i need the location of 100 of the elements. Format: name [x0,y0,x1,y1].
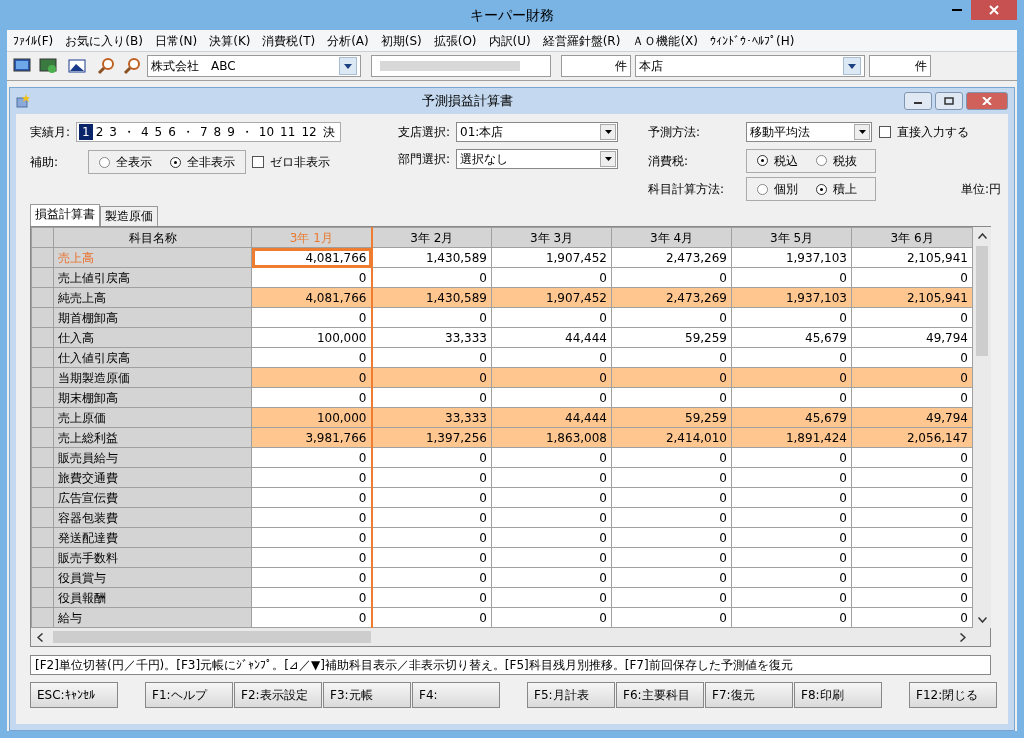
row-header[interactable] [31,267,54,288]
menu-item[interactable]: 内訳(U) [482,31,537,50]
checkbox[interactable] [252,156,264,168]
month-option[interactable]: 3 [106,124,120,140]
horizontal-scrollbar[interactable] [31,628,990,646]
column-header[interactable]: 3年 5月 [731,227,852,248]
radio-button[interactable] [757,155,768,167]
row-header[interactable] [31,367,54,388]
row-header[interactable] [31,607,54,628]
radio-button[interactable] [99,156,110,168]
column-header[interactable]: 3年 3月 [491,227,612,248]
menu-item[interactable]: 日常(N) [148,31,204,50]
tab[interactable]: 製造原価 [100,206,158,226]
scroll-thumb[interactable] [976,246,988,356]
menu-item[interactable]: 消費税(T) [256,31,322,50]
method-select[interactable]: 移動平均法 [746,122,872,142]
image-icon[interactable] [68,57,86,75]
column-header[interactable]: 3年 6月 [851,227,973,248]
restore-button[interactable] [935,92,963,110]
row-header[interactable] [31,547,54,568]
company-dropdown[interactable]: 株式会社 ABC [147,55,361,77]
row-header[interactable] [31,407,54,428]
field-label: 部門選択: [398,151,451,168]
function-key-button[interactable]: F5:月計表 [527,682,615,708]
function-key-button[interactable]: F12:閉じる [909,682,997,708]
row-header[interactable] [31,287,54,308]
department-select[interactable]: 選択なし [456,149,619,169]
month-option[interactable]: 1 [79,124,93,140]
function-key-button[interactable]: ESC:ｷｬﾝｾﾙ [30,682,118,708]
radio-label: 税込 [774,152,798,170]
column-header[interactable]: 3年 4月 [611,227,732,248]
function-key-button[interactable]: F8:印刷 [794,682,882,708]
menu-item[interactable]: ｳｨﾝﾄﾞｳ･ﾍﾙﾌﾟ(H) [704,31,801,50]
separator-dot: ・ [121,124,136,140]
zoom-in-icon[interactable] [97,57,115,75]
menu-item[interactable]: ﾌｧｲﾙ(F) [7,31,60,50]
checkbox[interactable] [879,126,891,138]
menu-item[interactable]: 拡張(O) [427,31,483,50]
menu-item[interactable]: 決算(K) [203,31,257,50]
radio-button[interactable] [757,183,768,195]
field-label: 補助: [30,154,60,171]
function-key-button[interactable]: F2:表示設定 [234,682,322,708]
column-header[interactable]: 3年 2月 [371,227,492,248]
menu-item[interactable]: お気に入り(B) [59,31,149,50]
branch-select[interactable]: 01:本店 [456,122,619,142]
month-option[interactable]: 8 [210,124,225,140]
menu-item[interactable]: 経営羅針盤(R) [536,31,627,50]
month-option[interactable]: 決 [319,124,338,140]
minimize-button[interactable] [904,92,932,110]
screen-icon[interactable] [13,57,31,75]
function-key-button[interactable]: F3:元帳 [323,682,411,708]
month-option[interactable]: 11 [277,124,299,140]
function-key-button[interactable]: F1:ヘルプ [145,682,233,708]
close-button[interactable] [966,92,1008,110]
month-option[interactable]: 4 [137,124,152,140]
row-header[interactable] [31,587,54,608]
month-option[interactable]: 10 [255,124,278,140]
caret-icon [604,157,612,161]
menu-item[interactable]: ＡＯ機能(X) [626,31,704,50]
month-option[interactable]: 12 [298,124,320,140]
row-header[interactable] [31,427,54,448]
row-header[interactable] [31,347,54,368]
menu-item[interactable]: 初期(S) [374,31,428,50]
month-option[interactable]: 2 [92,124,107,140]
function-key-button[interactable]: F6:主要科目 [616,682,704,708]
row-header[interactable] [31,487,54,508]
checkbox-label: ゼロ非表示 [270,154,330,171]
radio-button[interactable] [816,155,827,167]
vertical-scrollbar[interactable] [973,227,991,628]
row-header[interactable] [31,327,54,348]
row-header[interactable] [31,567,54,588]
month-option[interactable]: 5 [151,124,166,140]
radio-label: 個別 [774,181,798,199]
minimize-icon [952,9,962,11]
menu-item[interactable]: 分析(A) [321,31,375,50]
field-label: 消費税: [648,152,690,170]
branch-dropdown[interactable]: 本店 [635,55,865,77]
month-option[interactable]: 9 [224,124,238,140]
scroll-thumb[interactable] [53,631,371,643]
row-header[interactable] [31,307,54,328]
radio-button[interactable] [170,156,181,168]
row-header[interactable] [31,507,54,528]
row-header[interactable] [31,467,54,488]
row-header[interactable] [31,527,54,548]
tab[interactable]: 損益計算書 [30,204,100,226]
row-header[interactable] [31,387,54,408]
count-field[interactable]: 件 [869,55,931,77]
row-header[interactable] [31,247,54,268]
radio-button[interactable] [816,183,827,195]
row-header[interactable] [31,447,54,468]
radio-label: 積上 [833,181,857,199]
month-option[interactable]: 7 [196,124,211,140]
count-field[interactable]: 件 [561,55,631,77]
radio-label: 税抜 [833,152,857,170]
function-key-button[interactable]: F7:復元 [705,682,793,708]
function-key-button[interactable]: F4: [412,682,500,708]
header-cell [31,227,54,248]
month-option[interactable]: 6 [165,124,179,140]
close-button[interactable] [971,0,1017,20]
zoom-out-icon[interactable] [123,57,141,75]
